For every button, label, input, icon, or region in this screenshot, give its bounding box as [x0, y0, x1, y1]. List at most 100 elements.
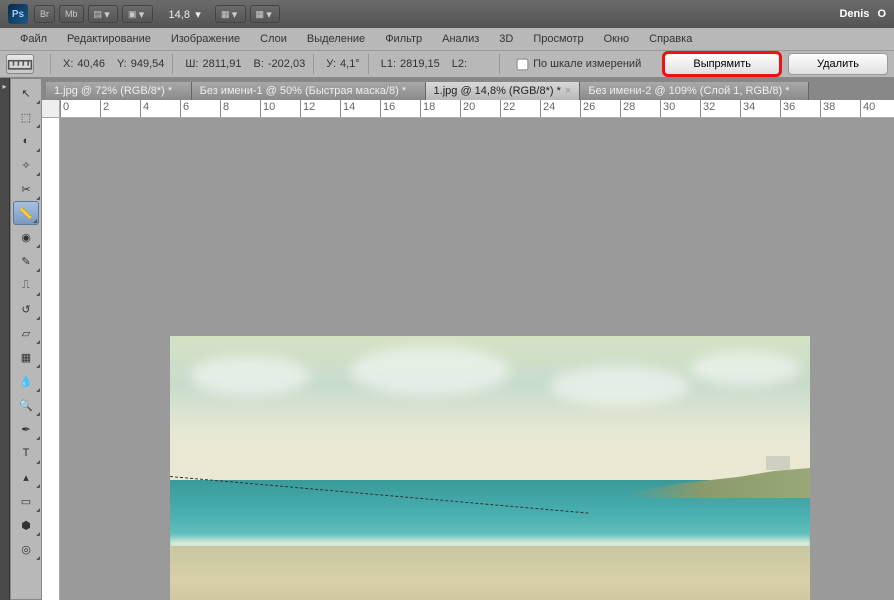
ruler-tick: 16	[380, 100, 395, 117]
close-icon[interactable]: ×	[565, 85, 571, 97]
type-tool[interactable]: T	[11, 441, 41, 465]
document-area: 1.jpg @ 72% (RGB/8*) *×Без имени-1 @ 50%…	[42, 78, 894, 600]
blur-tool[interactable]: 💧	[11, 369, 41, 393]
menu-edit[interactable]: Редактирование	[57, 30, 161, 48]
canvas[interactable]	[60, 118, 894, 600]
stamp-tool[interactable]: ⎍	[11, 273, 41, 297]
bridge-button[interactable]: Br	[34, 5, 55, 23]
crop-tool[interactable]: ✂	[11, 177, 41, 201]
h-value: -202,03	[268, 58, 305, 70]
camera-tool[interactable]: ◎	[11, 537, 41, 561]
ruler-tick: 38	[820, 100, 835, 117]
user-name: Denis	[839, 8, 869, 20]
ruler-tool-icon[interactable]	[6, 54, 34, 74]
path-select-tool[interactable]: ▴	[11, 465, 41, 489]
menu-view[interactable]: Просмотр	[523, 30, 593, 48]
menu-analysis[interactable]: Анализ	[432, 30, 489, 48]
w-label: Ш:	[185, 58, 198, 70]
menu-file[interactable]: Файл	[10, 30, 57, 48]
arrange-docs-button[interactable]: ▤▾	[88, 5, 119, 23]
menu-image[interactable]: Изображение	[161, 30, 250, 48]
use-scale-label: По шкале измерений	[533, 58, 641, 70]
move-tool[interactable]: ↖	[11, 81, 41, 105]
close-icon[interactable]: ×	[176, 85, 182, 97]
a-value: 4,1°	[340, 58, 360, 70]
x-value: 40,46	[77, 58, 105, 70]
menu-select[interactable]: Выделение	[297, 30, 375, 48]
magic-wand-tool[interactable]: ✧	[11, 153, 41, 177]
type-tool-icon: T	[23, 447, 30, 459]
y-value: 949,54	[131, 58, 165, 70]
lasso-tool-icon: ◐	[23, 135, 30, 147]
spot-heal-tool-icon: ◉	[21, 231, 31, 244]
menu-filter[interactable]: Фильтр	[375, 30, 432, 48]
ruler-tick: 22	[500, 100, 515, 117]
dodge-tool[interactable]: 🔍	[11, 393, 41, 417]
close-icon[interactable]: ×	[410, 85, 416, 97]
straighten-button[interactable]: Выпрямить	[664, 53, 780, 75]
eraser-tool[interactable]: ▱	[11, 321, 41, 345]
ruler-tick: 14	[340, 100, 355, 117]
ruler-tick: 24	[540, 100, 555, 117]
image-house	[766, 456, 790, 470]
ruler-tick: 40	[860, 100, 875, 117]
menu-3d[interactable]: 3D	[489, 30, 523, 48]
ruler-tick: 8	[220, 100, 229, 117]
menu-help[interactable]: Справка	[639, 30, 702, 48]
zoom-value[interactable]: 14,8 ▾	[169, 8, 203, 21]
document-tab-label: 1.jpg @ 72% (RGB/8*) *	[54, 85, 172, 97]
ruler-vertical[interactable]	[42, 118, 60, 600]
brush-tool[interactable]: ✎	[11, 249, 41, 273]
titlebar: Ps Br Mb ▤▾ ▣▾ 14,8 ▾ ▦▾ ▦▾ Denis O	[0, 0, 894, 28]
spot-heal-tool[interactable]: ◉	[11, 225, 41, 249]
a-label: У:	[326, 58, 336, 70]
shape-tool-icon: ▭	[21, 495, 31, 508]
3d-tool[interactable]: ⬢	[11, 513, 41, 537]
eraser-tool-icon: ▱	[22, 327, 30, 340]
ruler-corner	[42, 100, 60, 118]
extra-drop-1[interactable]: ▦▾	[215, 5, 246, 23]
y-label: Y:	[117, 58, 127, 70]
gradient-tool[interactable]: ▦	[11, 345, 41, 369]
menu-window[interactable]: Окно	[594, 30, 640, 48]
extra-drop-2[interactable]: ▦▾	[250, 5, 281, 23]
minibridge-button[interactable]: Mb	[59, 5, 84, 23]
panel-collapse-gutter[interactable]: ▸	[0, 78, 10, 600]
ruler-tick: 28	[620, 100, 635, 117]
document-tab-3[interactable]: Без имени-2 @ 109% (Слой 1, RGB/8) *×	[580, 82, 809, 100]
history-brush-tool[interactable]: ↺	[11, 297, 41, 321]
use-scale-input[interactable]	[517, 58, 529, 70]
gradient-tool-icon: ▦	[21, 351, 31, 364]
use-scale-checkbox[interactable]: По шкале измерений	[516, 58, 641, 71]
close-icon[interactable]: ×	[794, 85, 800, 97]
user-side: O	[877, 8, 886, 20]
ruler-tick: 34	[740, 100, 755, 117]
ruler-tick: 30	[660, 100, 675, 117]
screenmode-button[interactable]: ▣▾	[122, 5, 153, 23]
document-tab-2[interactable]: 1.jpg @ 14,8% (RGB/8*) *×	[426, 82, 581, 100]
ruler-tick: 0	[60, 100, 69, 117]
delete-button[interactable]: Удалить	[788, 53, 888, 75]
lasso-tool[interactable]: ◐	[11, 129, 41, 153]
pen-tool[interactable]: ✒	[11, 417, 41, 441]
ruler-tick: 20	[460, 100, 475, 117]
ruler-tick: 26	[580, 100, 595, 117]
brush-tool-icon: ✎	[21, 255, 30, 268]
document-tab-0[interactable]: 1.jpg @ 72% (RGB/8*) * ×	[46, 82, 192, 100]
shape-tool[interactable]: ▭	[11, 489, 41, 513]
stamp-tool-icon: ⎍	[22, 279, 30, 292]
l1-label: L1:	[381, 58, 396, 70]
ruler-wrap: 0246810121416182022242628303234363840	[42, 100, 894, 600]
path-select-tool-icon: ▴	[23, 471, 29, 484]
image-beach	[170, 546, 810, 600]
ruler-tool[interactable]: 📏	[13, 201, 39, 225]
magic-wand-tool-icon: ✧	[21, 159, 30, 172]
ruler-horizontal[interactable]: 0246810121416182022242628303234363840	[60, 100, 894, 118]
camera-tool-icon: ◎	[21, 543, 31, 556]
menu-layer[interactable]: Слои	[250, 30, 297, 48]
ruler-tick: 12	[300, 100, 315, 117]
ruler-tick: 10	[260, 100, 275, 117]
document-tab-1[interactable]: Без имени-1 @ 50% (Быстрая маска/8) *×	[192, 82, 426, 100]
marquee-tool[interactable]: ⬚	[11, 105, 41, 129]
3d-tool-icon: ⬢	[21, 519, 31, 532]
